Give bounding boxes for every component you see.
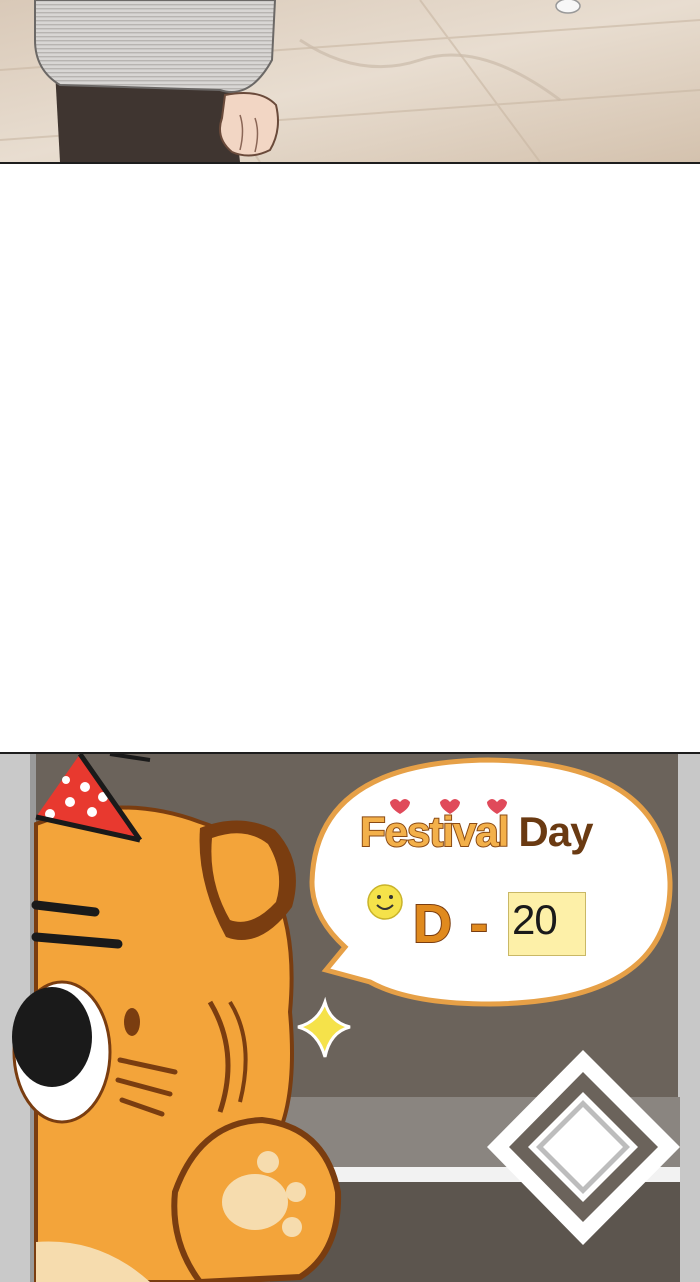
countdown-dash: - <box>469 893 489 955</box>
tiger-mascot <box>12 805 342 1282</box>
d-letter: D <box>412 893 453 955</box>
festival-word: Festival <box>359 807 510 856</box>
festival-day-heading: Festival Day <box>359 807 593 856</box>
blank-gutter <box>0 164 700 752</box>
day-word: Day <box>518 808 593 855</box>
hand <box>219 92 279 157</box>
bottom-comic-panel <box>0 752 700 1282</box>
speech-bubble <box>309 757 673 1007</box>
striped-shirt <box>34 0 277 93</box>
smiley-icon <box>367 884 403 920</box>
top-comic-panel <box>0 0 700 164</box>
countdown-number: 20 <box>512 896 558 943</box>
